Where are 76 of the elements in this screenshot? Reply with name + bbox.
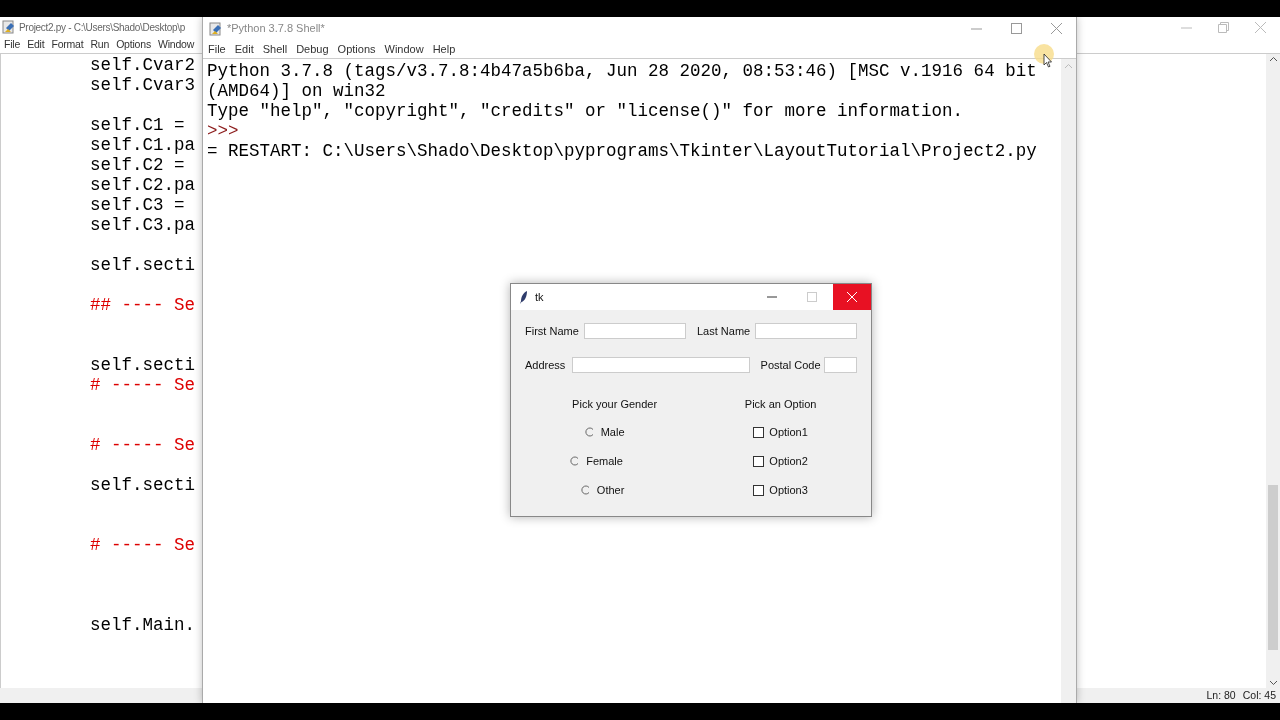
shell-output: (AMD64)] on win32 [207, 81, 386, 101]
scrollbar[interactable] [1266, 54, 1280, 688]
checkbox[interactable] [753, 426, 765, 438]
group-heading: Pick an Option [744, 397, 817, 410]
group-heading: Pick your Gender [572, 397, 658, 410]
app-icon [209, 21, 223, 36]
radio-button[interactable] [570, 456, 581, 466]
code-line: self.C2 = [90, 155, 185, 175]
restore-icon[interactable] [1218, 21, 1229, 33]
checkbox-label: Option2 [769, 453, 808, 469]
menu-item[interactable]: Help [432, 40, 456, 58]
checkbox-label: Option1 [769, 424, 808, 440]
code-comment: # ----- Se [90, 435, 196, 455]
menu-item[interactable]: Format [51, 37, 84, 53]
scroll-up-icon[interactable] [1268, 56, 1278, 62]
code-line: self.secti [90, 475, 196, 495]
window-title: Project2.py - C:\Users\Shado\Desktop\p [19, 20, 185, 35]
code-comment: # ----- Se [90, 375, 196, 395]
app-icon [2, 20, 16, 34]
field-label: Postal Code [760, 357, 822, 373]
code-line: self.C1 = [90, 115, 185, 135]
address-field[interactable] [571, 357, 750, 373]
scrollbar[interactable] [1061, 59, 1076, 703]
scroll-down-icon[interactable] [1268, 680, 1278, 686]
maximize-icon[interactable] [807, 292, 817, 302]
radio-label: Other [596, 482, 625, 498]
maximize-icon[interactable] [1011, 23, 1022, 34]
shell-output: Python 3.7.8 (tags/v3.7.8:4b47a5b6ba, Jun 28 2020, 08:53:46) [MSC v.1916 64 bit [207, 61, 1037, 81]
code-line: self.C3.pa [90, 215, 196, 235]
close-button[interactable] [833, 284, 871, 310]
status-text: Col: 45 [1242, 687, 1276, 703]
field-label: Last Name [697, 323, 752, 339]
close-icon[interactable] [1051, 23, 1062, 34]
window-title: tk [535, 289, 544, 305]
last-name-field[interactable] [754, 323, 857, 339]
window-title: *Python 3.7.8 Shell* [227, 21, 325, 37]
menu-item[interactable]: Shell [262, 40, 288, 58]
menu-item[interactable]: File [4, 37, 21, 53]
checkbox[interactable] [753, 455, 765, 467]
radio-label: Female [586, 453, 623, 469]
menu-item[interactable]: Window [157, 37, 195, 53]
field-label: First Name [525, 323, 580, 339]
code-line: self.secti [90, 255, 196, 275]
shell-prompt: >>> [207, 121, 239, 141]
first-name-field[interactable] [583, 323, 686, 339]
menu-item[interactable]: Edit [27, 37, 45, 53]
shell-output: = RESTART: C:\Users\Shado\Desktop\pyprograms\Tkinter\LayoutTutorial\Project2.py [207, 141, 1037, 161]
postal-code-field[interactable] [824, 357, 857, 373]
menu-item[interactable]: Edit [234, 40, 254, 58]
code-line: self.secti [90, 355, 196, 375]
code-comment: ## ---- Se [90, 295, 196, 315]
code-line: self.Main. [90, 615, 196, 635]
code-line: self.C3 = [90, 195, 185, 215]
scrollbar-thumb[interactable] [1268, 485, 1278, 650]
radio-button[interactable] [580, 485, 591, 495]
menu-item[interactable]: Debug [296, 40, 329, 58]
code-line: self.Cvar2 [90, 55, 196, 75]
checkbox[interactable] [753, 484, 765, 496]
radio-label: Male [600, 424, 625, 440]
checkbox-label: Option3 [769, 482, 808, 498]
menu-item[interactable]: Options [116, 37, 151, 53]
cursor-icon [1033, 43, 1055, 71]
menu-item[interactable]: Window [384, 40, 424, 58]
menu-item[interactable]: Options [337, 40, 376, 58]
close-icon[interactable] [1255, 21, 1266, 33]
code-line: self.Cvar3 [90, 75, 196, 95]
shell-output: Type "help", "copyright", "credits" or "license()" for more information. [207, 101, 964, 121]
menu-item[interactable]: Run [90, 37, 110, 53]
field-label: Address [525, 357, 567, 373]
code-line: self.C1.pa [90, 135, 196, 155]
code-comment: # ----- Se [90, 535, 196, 555]
status-text: Ln: 80 [1206, 687, 1236, 703]
menu-item[interactable]: File [208, 40, 226, 58]
feather-icon [520, 290, 528, 304]
radio-button[interactable] [584, 427, 595, 437]
code-line: self.C2.pa [90, 175, 196, 195]
